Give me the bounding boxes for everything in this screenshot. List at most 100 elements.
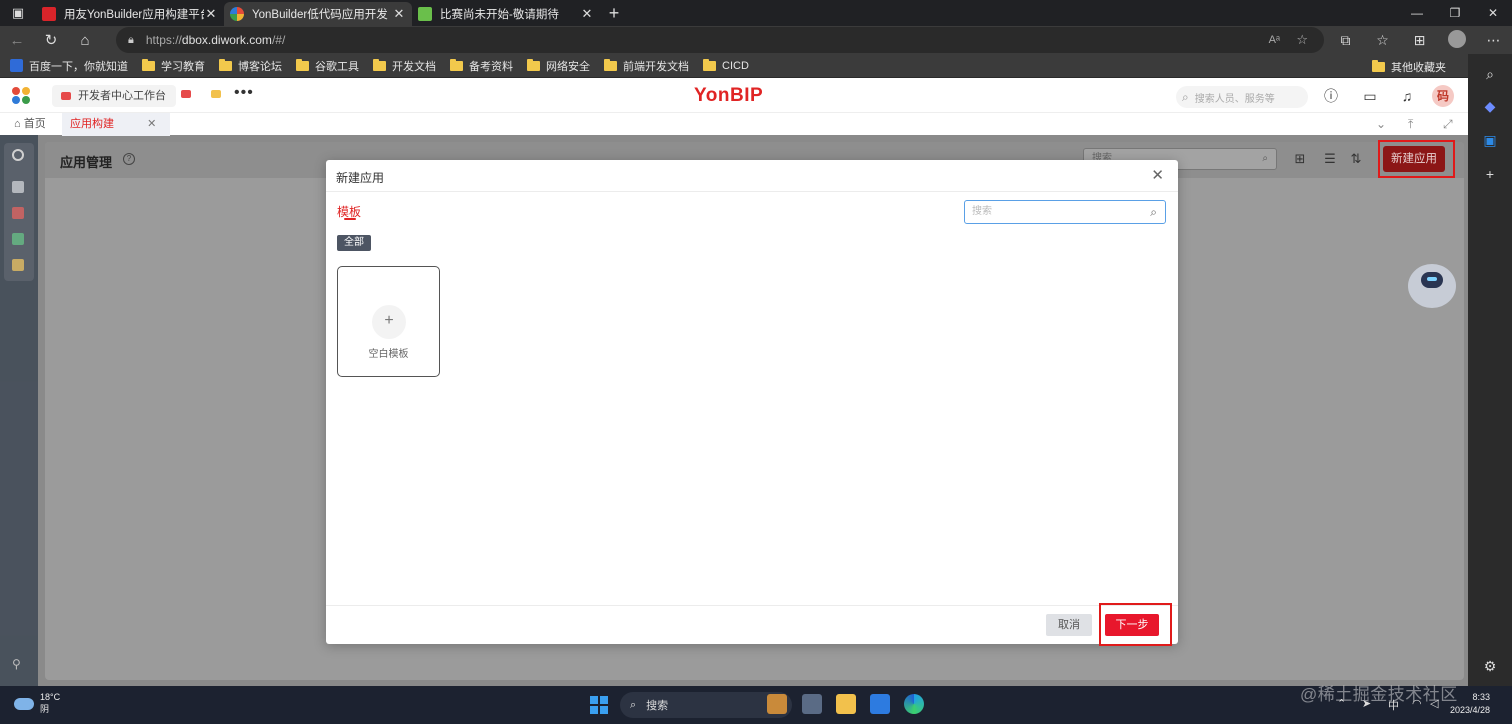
edge-icon[interactable] [904, 694, 924, 714]
sort-icon[interactable]: ⇅ [1348, 151, 1364, 167]
chevron-down-icon[interactable]: ⌄ [1376, 117, 1386, 131]
settings-icon[interactable]: ⚙ [1481, 658, 1499, 676]
back-icon[interactable]: ← [0, 26, 34, 54]
folder-icon [373, 58, 386, 71]
cloud-icon [14, 697, 34, 710]
bookmark-folder[interactable]: CICD [703, 58, 749, 72]
tool-icon[interactable] [12, 233, 24, 245]
global-search-input[interactable]: ⌕ 搜索人员、服务等 [1176, 86, 1308, 108]
more-menu-icon[interactable]: ⋯ [1475, 32, 1512, 49]
refresh-icon[interactable]: ↻ [34, 26, 68, 54]
bookmark-folder[interactable]: 开发文档 [373, 58, 436, 74]
browser-tab-2[interactable]: YonBuilder低代码应用开发 ✕ [224, 2, 412, 26]
weather-text: 阴 [40, 704, 50, 714]
start-icon[interactable] [590, 696, 608, 714]
assistant-robot-icon[interactable] [1408, 264, 1456, 308]
favorites-icon[interactable]: ☆ [1364, 32, 1401, 49]
cancel-button[interactable]: 取消 [1046, 614, 1092, 636]
url-path: /#/ [271, 33, 286, 47]
bookmark-folder[interactable]: 前端开发文档 [604, 58, 689, 74]
app-icon[interactable] [12, 207, 24, 219]
template-search-input[interactable]: 搜索 ⌕ [964, 200, 1166, 224]
bookmark-folder[interactable]: 谷歌工具 [296, 58, 359, 74]
bookmark-folder[interactable]: 备考资料 [450, 58, 513, 74]
avatar[interactable]: 码 [1432, 85, 1454, 107]
url-field[interactable]: 🔒︎ https://dbox.diwork.com/#/ Aᵃ ☆ [116, 27, 1324, 53]
copilot-icon[interactable]: ◆ [1481, 98, 1499, 116]
minimize-icon[interactable]: — [1398, 0, 1436, 26]
search-icon: ⌕ [630, 698, 637, 711]
home-icon[interactable]: ⌂ [68, 26, 102, 54]
next-step-button[interactable]: 下一步 [1105, 614, 1159, 636]
help-icon[interactable]: ⓘ [1322, 87, 1340, 105]
new-app-dialog: 新建应用 ✕ 模板 搜索 ⌕ 全部 + 空白模板 取消 [326, 160, 1178, 644]
bookmark-label: 备考资料 [469, 60, 513, 73]
add-favorite-icon[interactable]: ☆ [1296, 32, 1308, 48]
bookmark-baidu[interactable]: 百度一下，你就知道 [10, 58, 128, 74]
page-title: 应用管理 [60, 155, 113, 170]
close-tab-icon[interactable]: ✕ [580, 6, 594, 22]
tab-app-build[interactable]: 应用构建 ✕ [62, 113, 170, 136]
bookmark-label: 前端开发文档 [623, 60, 689, 73]
close-icon[interactable]: ✕ [1151, 166, 1164, 184]
browser-tab-1[interactable]: 用友YonBuilder应用构建平台-可可 ✕ [36, 2, 224, 26]
page-tab-bar: ⌂ 首页 应用构建 ✕ ⌄ ⤒ ⤢ [0, 112, 1468, 136]
extensions-icon[interactable]: ⧉ [1327, 32, 1364, 49]
app-shortcut-icon[interactable] [211, 90, 221, 98]
upload-icon[interactable]: ⤒ [1408, 117, 1413, 132]
browser-tab-bar: ▣ 用友YonBuilder应用构建平台-可可 ✕ YonBuilder低代码应… [0, 0, 1512, 26]
folder-icon [219, 58, 232, 71]
store-icon[interactable] [870, 694, 890, 714]
left-rail: ⚲ [0, 135, 38, 686]
weather-widget[interactable]: 18°C 阴 [14, 692, 60, 715]
help-icon[interactable]: ? [123, 153, 135, 165]
collections-icon[interactable]: ⊞ [1401, 32, 1438, 49]
new-app-button[interactable]: 新建应用 [1383, 146, 1445, 172]
search-icon: ⌕ [1262, 153, 1268, 164]
package-icon[interactable] [12, 259, 24, 271]
task-view-icon[interactable] [802, 694, 822, 714]
tab-home[interactable]: ⌂ 首页 [14, 113, 46, 136]
browser-tab-3[interactable]: 比赛尚未开始-敬请期待 ✕ [412, 2, 600, 26]
tab-title: 比赛尚未开始-敬请期待 [440, 9, 559, 21]
blank-template-card[interactable]: + 空白模板 [337, 266, 440, 377]
grid-view-icon[interactable]: ⊞ [1292, 151, 1308, 167]
favicon-icon [230, 7, 244, 21]
restore-icon[interactable]: ❐ [1436, 0, 1474, 26]
widget-icon[interactable] [767, 694, 787, 714]
file-explorer-icon[interactable] [836, 694, 856, 714]
bookmark-label: 开发文档 [392, 60, 436, 73]
search-icon[interactable]: ⌕ [1481, 66, 1499, 84]
read-aloud-icon[interactable]: Aᵃ [1269, 34, 1280, 46]
url-scheme: https:// [145, 33, 182, 47]
list-view-icon[interactable]: ☰ [1322, 151, 1338, 167]
app-shortcut-icon[interactable] [181, 90, 191, 98]
profile-avatar[interactable] [1438, 29, 1475, 51]
bookmark-folder[interactable]: 网络安全 [527, 58, 590, 74]
folder-add-icon[interactable] [12, 181, 24, 193]
fullscreen-icon[interactable]: ⤢ [1443, 117, 1453, 132]
close-tab-icon[interactable]: ✕ [392, 6, 406, 22]
other-bookmarks[interactable]: 其他收藏夹 [1372, 59, 1446, 75]
close-window-icon[interactable]: ✕ [1474, 0, 1512, 26]
close-icon[interactable]: ✕ [147, 118, 156, 130]
headset-icon[interactable]: ♫ [1398, 87, 1416, 105]
workbench-tab[interactable]: 开发者中心工作台 [52, 85, 176, 107]
tab-indicator [344, 218, 356, 220]
search-icon[interactable] [12, 149, 24, 161]
dialog-title: 新建应用 [336, 171, 385, 185]
bookmark-folder[interactable]: 博客论坛 [219, 58, 282, 74]
outlook-icon[interactable]: ▣ [1481, 132, 1499, 150]
tab-actions-icon[interactable]: ▣ [0, 0, 36, 26]
pin-icon[interactable]: ⚲ [12, 657, 24, 671]
bookmark-folder[interactable]: 学习教育 [142, 58, 205, 74]
message-icon[interactable]: ▭ [1361, 87, 1379, 105]
more-icon[interactable]: ••• [234, 84, 254, 102]
app-launcher-icon[interactable] [12, 87, 32, 105]
new-tab-icon[interactable]: + [600, 3, 628, 24]
add-icon[interactable]: + [1481, 166, 1499, 184]
filter-chip-all[interactable]: 全部 [337, 235, 371, 251]
close-tab-icon[interactable]: ✕ [204, 6, 218, 22]
browser-toolbar: ⧉ ☆ ⊞ ⋯ [1327, 26, 1512, 54]
address-bar-row: ← ↻ ⌂ 🔒︎ https://dbox.diwork.com/#/ Aᵃ ☆… [0, 26, 1512, 54]
